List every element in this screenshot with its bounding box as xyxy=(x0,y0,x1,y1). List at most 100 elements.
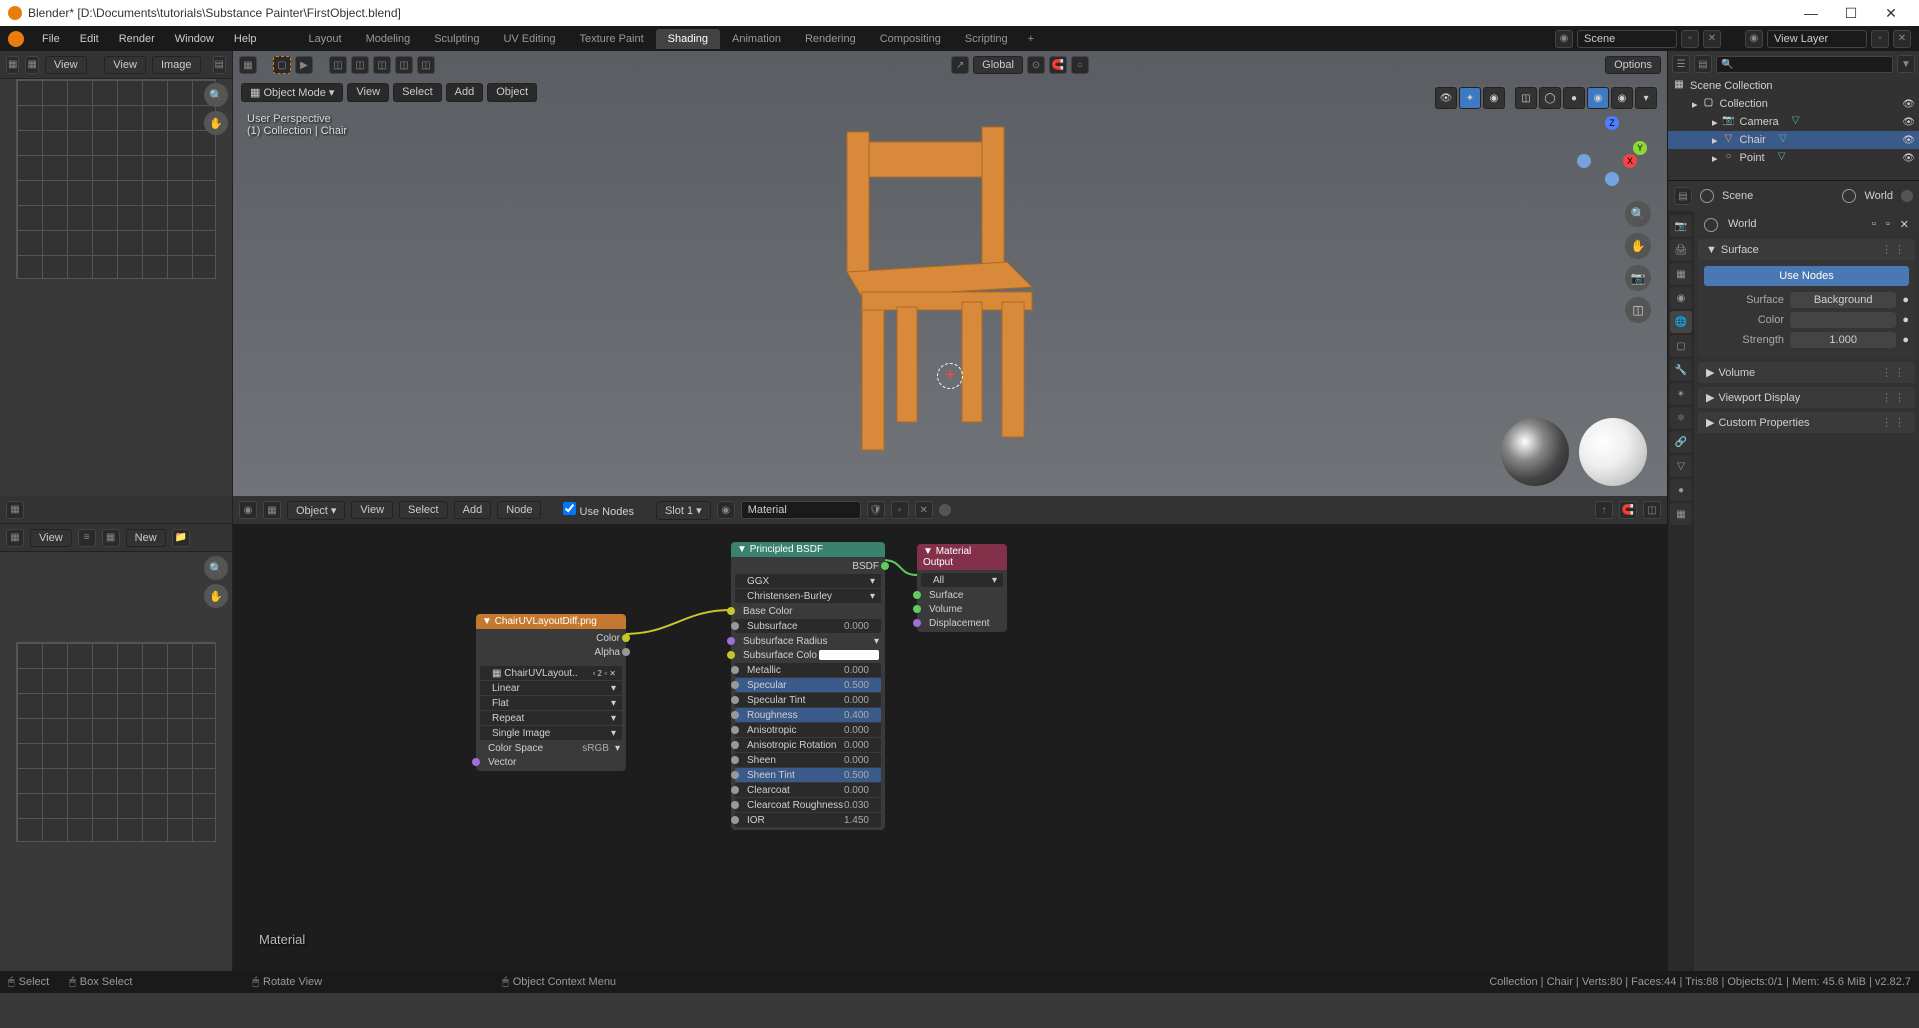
image-browse-icon[interactable]: ▦ xyxy=(102,529,120,547)
node-title[interactable]: ▼ Material Output xyxy=(917,544,1007,570)
material-preview-icon[interactable]: ◉ xyxy=(1587,87,1609,109)
chair-model[interactable] xyxy=(807,112,1067,472)
image-menu[interactable]: Image xyxy=(152,56,201,74)
volume-panel-header[interactable]: ▶ Volume⋮⋮ xyxy=(1698,362,1915,383)
orientation-icon[interactable]: ↗ xyxy=(951,56,969,74)
axis-x[interactable]: X xyxy=(1623,154,1637,168)
zoom-icon[interactable]: 🔍 xyxy=(1625,201,1651,227)
add-workspace-button[interactable]: + xyxy=(1020,29,1042,49)
bsdf-row[interactable]: Sheen0.000 xyxy=(735,753,881,767)
bsdf-row[interactable]: Subsurface Radius▾ xyxy=(731,634,885,648)
scene-name-input[interactable] xyxy=(1577,30,1677,48)
pin-icon[interactable] xyxy=(1901,190,1913,202)
material-preview-sphere[interactable] xyxy=(1579,418,1647,486)
maximize-button[interactable]: ☐ xyxy=(1831,5,1871,22)
tab-scripting[interactable]: Scripting xyxy=(953,29,1020,49)
close-button[interactable]: ✕ xyxy=(1871,5,1911,22)
copy-icon[interactable]: ▫ xyxy=(1872,218,1876,232)
scene-browse-icon[interactable]: ◉ xyxy=(1555,30,1573,48)
scene-delete-icon[interactable]: ✕ xyxy=(1703,30,1721,48)
node-editor[interactable]: ◉ ▦ Object ▾ View Select Add Node Use No… xyxy=(233,496,1667,971)
minimize-button[interactable]: — xyxy=(1791,5,1831,21)
material-browse-icon[interactable]: ◉ xyxy=(717,501,735,519)
bsdf-row[interactable]: Sheen Tint0.500 xyxy=(735,768,881,782)
menu-file[interactable]: File xyxy=(32,33,70,45)
editor-type-icon[interactable]: ◉ xyxy=(239,501,257,519)
object-dropdown[interactable]: Object ▾ xyxy=(287,501,345,520)
editor-type-icon[interactable]: ▦ xyxy=(6,56,19,74)
app-logo-icon[interactable] xyxy=(8,31,24,47)
parent-icon[interactable]: ↑ xyxy=(1595,501,1613,519)
overlay-icon[interactable]: ◉ xyxy=(1483,87,1505,109)
bsdf-row[interactable]: Base Color xyxy=(731,604,885,618)
tab-rendering[interactable]: Rendering xyxy=(793,29,868,49)
editor-type-icon[interactable]: ▦ xyxy=(239,56,257,74)
tab-modifiers[interactable]: 🔧 xyxy=(1670,359,1692,381)
hdri-preview-sphere[interactable] xyxy=(1501,418,1569,486)
overlay-icon[interactable]: ◫ xyxy=(1643,501,1661,519)
snap-icon[interactable]: 🧲 xyxy=(1619,501,1637,519)
link-icon[interactable]: ● xyxy=(1902,334,1909,346)
tab-output[interactable]: 🖨 xyxy=(1670,239,1692,261)
bsdf-row[interactable]: Specular Tint0.000 xyxy=(735,693,881,707)
scene-copy-icon[interactable]: ▫ xyxy=(1681,30,1699,48)
image-browse-icon[interactable]: ▤ xyxy=(213,56,226,74)
outliner-item[interactable]: ▸ ▢ Collection👁 xyxy=(1668,95,1919,113)
gizmo-icon[interactable]: ✦ xyxy=(1459,87,1481,109)
filter-icon[interactable]: ▼ xyxy=(1897,55,1915,73)
wireframe-icon[interactable]: ◯ xyxy=(1539,87,1561,109)
display-mode-icon[interactable]: ▤ xyxy=(1694,55,1712,73)
proportional-icon[interactable]: ◫ xyxy=(395,56,413,74)
snap-target-icon[interactable]: ◫ xyxy=(373,56,391,74)
bsdf-row[interactable]: Specular0.500 xyxy=(735,678,881,692)
menu-edit[interactable]: Edit xyxy=(70,33,109,45)
zoom-icon[interactable]: 🔍 xyxy=(204,556,228,580)
outliner-search-input[interactable] xyxy=(1716,56,1893,73)
tab-viewlayer[interactable]: ▦ xyxy=(1670,263,1692,285)
orientation-dropdown[interactable]: Global xyxy=(973,56,1023,74)
tab-render[interactable]: 📷 xyxy=(1670,215,1692,237)
bsdf-row[interactable]: Anisotropic0.000 xyxy=(735,723,881,737)
pan-icon[interactable]: ✋ xyxy=(204,111,228,135)
view-menu[interactable]: View xyxy=(347,83,389,102)
tab-material[interactable]: ● xyxy=(1670,479,1692,501)
link-icon[interactable]: ● xyxy=(1902,314,1909,326)
select-menu[interactable]: Select xyxy=(393,83,442,102)
tab-physics[interactable]: ⚛ xyxy=(1670,407,1692,429)
pin-icon[interactable] xyxy=(939,504,951,516)
rendered-icon[interactable]: ◉ xyxy=(1611,87,1633,109)
tab-shading[interactable]: Shading xyxy=(656,29,720,49)
new-icon[interactable]: ▫ xyxy=(1886,218,1890,232)
axis-z[interactable]: Z xyxy=(1605,116,1619,130)
tab-layout[interactable]: Layout xyxy=(297,29,354,49)
view-menu[interactable]: View xyxy=(30,529,72,547)
select-tool-icon[interactable]: ▶ xyxy=(295,56,313,74)
viewport-display-panel-header[interactable]: ▶ Viewport Display⋮⋮ xyxy=(1698,387,1915,408)
pivot-icon[interactable]: ⊙ xyxy=(1027,56,1045,74)
outliner-item[interactable]: ▸ ▽ Chair▽👁 xyxy=(1668,131,1919,149)
axis-neg[interactable] xyxy=(1577,154,1591,168)
color-swatch[interactable] xyxy=(1790,312,1896,328)
camera-icon[interactable]: 📷 xyxy=(1625,265,1651,291)
snap-icon[interactable]: ◫ xyxy=(329,56,347,74)
view-menu[interactable]: View xyxy=(45,56,87,74)
image-mode-icon[interactable]: ▦ xyxy=(6,529,24,547)
menu-window[interactable]: Window xyxy=(165,33,224,45)
tab-data[interactable]: ▽ xyxy=(1670,455,1692,477)
unlink-icon[interactable]: ✕ xyxy=(1900,218,1909,232)
use-nodes-button[interactable]: Use Nodes xyxy=(1704,266,1909,286)
mode-dropdown[interactable]: ▦ Object Mode ▾ xyxy=(241,83,343,102)
outliner-scene-collection[interactable]: ▦ Scene Collection xyxy=(1668,77,1919,95)
view-dropdown[interactable]: View xyxy=(104,56,146,74)
bsdf-row[interactable]: Clearcoat Roughness0.030 xyxy=(735,798,881,812)
object-menu[interactable]: Object xyxy=(487,83,537,102)
select-menu[interactable]: Select xyxy=(399,501,448,519)
fake-user-icon[interactable]: 🛡 xyxy=(867,501,885,519)
image-mode-icon[interactable]: ▦ xyxy=(25,56,38,74)
bsdf-row[interactable]: Roughness0.400 xyxy=(735,708,881,722)
material-output-node[interactable]: ▼ Material Output All▾ Surface Volume Di… xyxy=(917,544,1007,632)
tab-scene[interactable]: ◉ xyxy=(1670,287,1692,309)
proportional-icon[interactable]: ○ xyxy=(1071,56,1089,74)
solid-icon[interactable]: ● xyxy=(1563,87,1585,109)
zoom-icon[interactable]: 🔍 xyxy=(204,83,228,107)
